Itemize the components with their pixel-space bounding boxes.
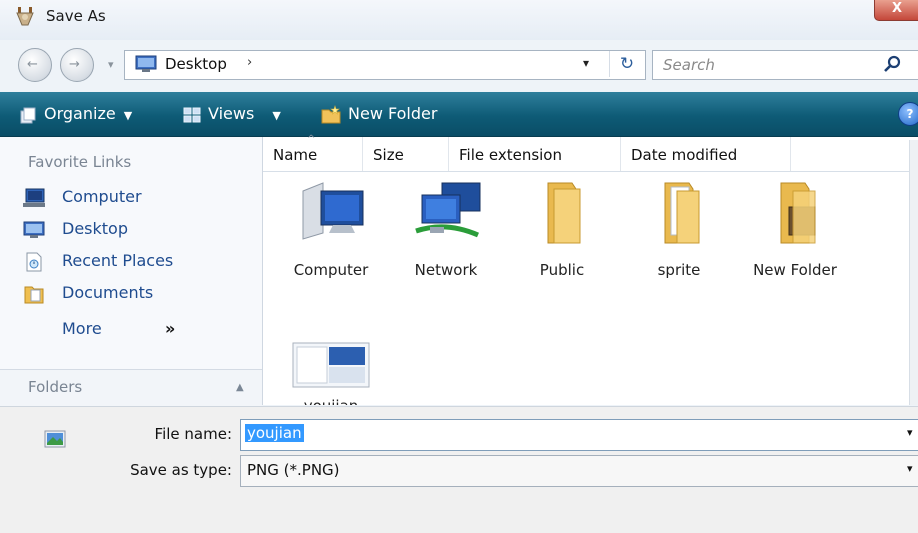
column-header-row: ^ Name Size File extension Date modified [263,134,918,172]
sidebar-item-label: Desktop [62,219,128,238]
save-type-value: PNG (*.PNG) [247,461,340,479]
sidebar-item-label: Computer [62,187,142,206]
views-caret-icon: ▼ [272,109,281,122]
desktop-icon [23,221,45,238]
vertical-scrollbar[interactable] [909,140,918,405]
column-label: Name [273,146,318,164]
favorite-links-heading: Favorite Links [28,153,132,171]
recent-places-icon [26,252,42,272]
new-folder-button[interactable]: New Folder [320,103,437,125]
column-label: Date modified [631,146,738,164]
column-label: File extension [459,146,562,164]
desktop-icon [135,55,157,72]
folder-icon [780,182,816,244]
navigation-pane: Favorite Links Computer Desktop Recent P… [0,137,263,406]
address-bar[interactable]: Desktop › ▾ ↻ [124,50,646,80]
new-folder-icon [321,104,341,123]
network-icon [415,182,481,238]
column-file-extension[interactable]: File extension [449,137,621,171]
views-button[interactable]: Views ▼ [182,103,281,125]
back-button[interactable]: ← [18,48,52,82]
organize-label: Organize [44,104,116,123]
folders-heading: Folders [28,378,83,396]
back-arrow-icon: ← [27,57,38,72]
file-item-label: youjian [276,397,386,405]
views-icon [183,107,201,122]
forward-arrow-icon: → [69,57,80,72]
folder-icon [547,182,581,244]
folder-icon [664,182,700,244]
save-type-label: Save as type: [130,461,232,479]
organize-icon [20,107,36,123]
column-label: Size [373,146,404,164]
image-file-icon [44,430,66,448]
file-name-label: File name: [154,425,232,443]
navigation-bar: ← → ▾ Desktop › ▾ ↻ Search [0,40,918,90]
column-name[interactable]: ^ Name [263,134,363,171]
recent-pages-dropdown[interactable]: ▾ [108,58,114,71]
forward-button[interactable]: → [60,48,94,82]
address-location[interactable]: Desktop [165,55,227,73]
save-options-panel: File name: youjian ▾ Save as type: PNG (… [0,406,918,533]
save-type-select[interactable]: PNG (*.PNG) ▾ [240,455,918,487]
address-separator-icon[interactable]: › [247,55,252,70]
file-item-label: Network [414,261,478,279]
file-name-dropdown-icon[interactable]: ▾ [907,426,913,439]
sort-ascending-icon: ^ [307,134,316,145]
file-item-label: sprite [657,261,701,279]
column-size[interactable]: Size [363,137,449,171]
sidebar-item-label: Recent Places [62,251,174,270]
address-dropdown-icon[interactable]: ▾ [583,56,589,70]
file-item-youjian[interactable]: youjian [276,341,386,405]
organize-caret-icon: ▼ [123,109,133,122]
file-list: ^ Name Size File extension Date modified… [263,134,918,405]
search-icon[interactable] [881,54,903,76]
views-label: Views [208,104,255,123]
new-folder-label: New Folder [348,104,438,123]
column-date-modified[interactable]: Date modified [621,137,791,171]
computer-icon [302,182,364,240]
command-toolbar: Organize ▼ Views ▼ New Folder [0,92,918,137]
search-input[interactable]: Search [663,56,715,74]
more-link[interactable]: More [62,319,102,338]
collapse-caret-icon: ▲ [236,382,244,393]
refresh-icon[interactable]: ↻ [609,51,644,77]
help-button[interactable]: ? [898,102,918,126]
documents-icon [24,286,44,304]
search-box[interactable]: Search [652,50,918,80]
computer-icon [23,188,45,207]
image-file-icon [292,342,370,388]
more-chevron-icon[interactable]: » [165,319,175,338]
save-as-dialog: Save As X ← → ▾ Desktop › ▾ ↻ Search Org… [0,0,918,533]
file-name-input[interactable]: youjian [245,424,304,442]
file-item-label: Public [539,261,585,279]
file-name-combobox[interactable]: youjian ▾ [240,419,918,451]
sidebar-item-label: Documents [62,283,154,302]
folders-toggle[interactable]: Folders ▲ [0,369,262,406]
close-button[interactable]: X [874,0,918,21]
app-icon [16,7,34,26]
window-title: Save As [46,7,106,25]
file-item-label: New Folder [753,261,837,279]
title-bar: Save As X [0,0,918,40]
organize-button[interactable]: Organize ▼ [18,103,132,125]
file-item-label: Computer [293,261,369,279]
save-type-dropdown-icon[interactable]: ▾ [907,462,913,475]
